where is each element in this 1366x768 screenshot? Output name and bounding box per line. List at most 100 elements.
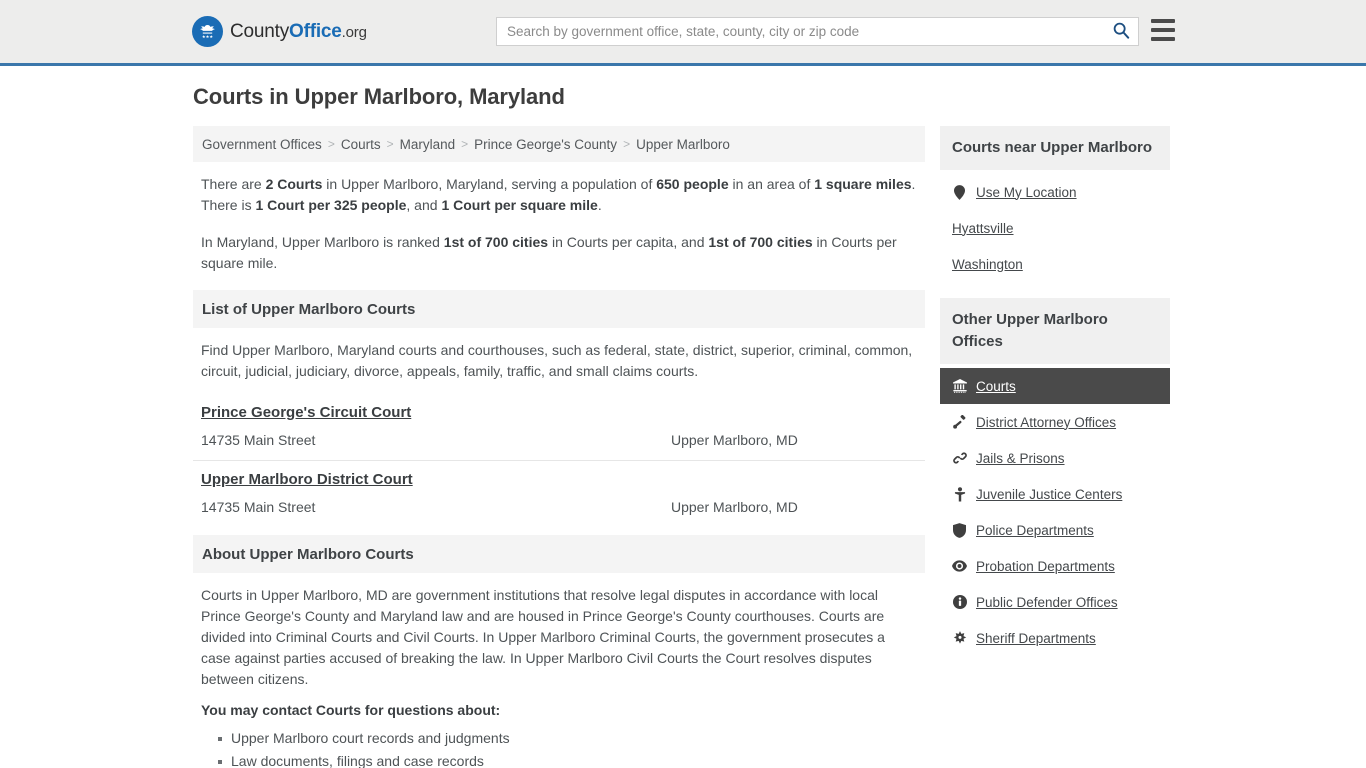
stats-p1-part-10: . [597, 197, 602, 213]
court-listing-item: Prince George's Circuit Court 14735 Main … [193, 394, 925, 461]
logo-text-org: .org [341, 23, 367, 41]
breadcrumb-item-maryland[interactable]: Maryland [400, 137, 456, 152]
nearby-link-label[interactable]: Washington [952, 257, 1023, 272]
search-bar [496, 17, 1139, 46]
shield-icon [952, 522, 967, 538]
stats-p1-part-5: 1 square miles [814, 176, 912, 192]
about-section-body: Courts in Upper Marlboro, MD are governm… [193, 573, 925, 690]
nearby-link-row[interactable]: Use My Location [940, 174, 1170, 210]
stats-p1-part-9: 1 Court per square mile [441, 197, 598, 213]
stats-p2-part-3: 1st of 700 cities [708, 234, 813, 250]
court-city-state: Upper Marlboro, MD [671, 432, 798, 448]
other-offices-heading: Other Upper Marlboro Offices [952, 311, 1108, 350]
office-link-probation-departments[interactable]: Probation Departments [940, 548, 1170, 584]
breadcrumb-item-prince-george-s-county[interactable]: Prince George's County [474, 137, 617, 152]
eye-icon [952, 560, 967, 572]
breadcrumb-item-courts[interactable]: Courts [341, 137, 381, 152]
nearby-courts-links: Use My Location Hyattsville Washington [940, 170, 1170, 282]
office-link-jails-prisons[interactable]: Jails & Prisons [940, 440, 1170, 476]
breadcrumb-item-government-offices[interactable]: Government Offices [202, 137, 322, 152]
statistics-block: There are 2 Courts in Upper Marlboro, Ma… [193, 162, 925, 274]
breadcrumb-separator: > [623, 137, 631, 151]
main-column: Government Offices > Courts > Maryland > Princ… [193, 126, 925, 768]
court-listings: Prince George's Circuit Court 14735 Main … [193, 394, 925, 527]
stats-p1-part-8: , and [406, 197, 442, 213]
other-offices-header: Other Upper Marlboro Offices [940, 298, 1170, 364]
stats-p1-part-7: 1 Court per 325 people [255, 197, 407, 213]
search-icon [1112, 21, 1130, 42]
other-offices-card: Other Upper Marlboro Offices Courts Distr… [940, 298, 1170, 656]
stats-p1-part-2: in Upper Marlboro, Maryland, serving a p… [322, 176, 657, 192]
list-section-header: List of Upper Marlboro Courts [193, 290, 925, 328]
court-address-row: 14735 Main Street Upper Marlboro, MD [201, 432, 917, 448]
nearby-courts-heading: Courts near Upper Marlboro [952, 139, 1153, 156]
court-name-link[interactable]: Upper Marlboro District Court [201, 471, 413, 488]
contact-heading: You may contact Courts for questions abo… [201, 702, 501, 718]
stats-p1-part-0: There are [201, 176, 266, 192]
content-container: Courts in Upper Marlboro, Maryland Gover… [187, 66, 1179, 768]
map-pin-icon [952, 184, 967, 200]
stats-p1-part-3: 650 people [656, 176, 729, 192]
page-title: Courts in Upper Marlboro, Maryland [193, 84, 565, 109]
list-section-description: Find Upper Marlboro, Maryland courts and… [201, 342, 913, 379]
eagle-shield-icon [192, 16, 223, 47]
court-street-address: 14735 Main Street [201, 499, 316, 515]
court-name-link[interactable]: Prince George's Circuit Court [201, 404, 411, 421]
info-circle-icon [952, 595, 967, 609]
menu-bar-1 [1151, 19, 1175, 23]
menu-bar-3 [1151, 37, 1175, 41]
stats-p2-part-2: in Courts per capita, and [548, 234, 709, 250]
court-listing-item: Upper Marlboro District Court 14735 Main … [193, 461, 925, 527]
office-link-district-attorney-offices[interactable]: District Attorney Offices [940, 404, 1170, 440]
search-input[interactable] [497, 18, 1104, 45]
sidebar: Courts near Upper Marlboro Use My Locati… [940, 126, 1170, 672]
contact-topic-item: Law documents, filings and case records [218, 750, 925, 768]
list-section-heading: List of Upper Marlboro Courts [202, 300, 416, 318]
court-street-address: 14735 Main Street [201, 432, 316, 448]
office-link-public-defender-offices[interactable]: Public Defender Offices [940, 584, 1170, 620]
nearby-link-row[interactable]: Hyattsville [940, 210, 1170, 246]
stats-paragraph-1: There are 2 Courts in Upper Marlboro, Ma… [201, 174, 917, 216]
court-city-state: Upper Marlboro, MD [671, 499, 798, 515]
about-section-heading: About Upper Marlboro Courts [202, 545, 414, 563]
about-section-text: Courts in Upper Marlboro, MD are governm… [201, 587, 885, 687]
office-link-label[interactable]: Courts [976, 379, 1016, 394]
nearby-link-row[interactable]: Washington [940, 246, 1170, 282]
office-link-police-departments[interactable]: Police Departments [940, 512, 1170, 548]
logo-text: CountyOffice.org [230, 21, 367, 43]
court-address-row: 14735 Main Street Upper Marlboro, MD [201, 499, 917, 515]
stats-p1-part-4: in an area of [728, 176, 815, 192]
contact-topic-item: Upper Marlboro court records and judgmen… [218, 727, 925, 750]
site-header: CountyOffice.org [0, 0, 1366, 66]
sheriff-star-icon [952, 631, 967, 645]
other-offices-links: Courts District Attorney Offices Jails & P… [940, 364, 1170, 656]
gavel-icon [952, 415, 967, 429]
nearby-courts-header: Courts near Upper Marlboro [940, 126, 1170, 170]
office-link-label[interactable]: Jails & Prisons [976, 451, 1065, 466]
two-column-layout: Government Offices > Courts > Maryland > Princ… [187, 126, 1179, 768]
office-link-label[interactable]: Public Defender Offices [976, 595, 1118, 610]
office-link-label[interactable]: Sheriff Departments [976, 631, 1096, 646]
child-icon [952, 486, 967, 502]
site-logo[interactable]: CountyOffice.org [192, 16, 367, 47]
office-link-label[interactable]: Juvenile Justice Centers [976, 487, 1122, 502]
nearby-courts-card: Courts near Upper Marlboro Use My Locati… [940, 126, 1170, 282]
breadcrumb-separator: > [461, 137, 469, 151]
logo-text-county: County [230, 20, 290, 42]
list-section-body: Find Upper Marlboro, Maryland courts and… [193, 328, 925, 382]
stats-p2-part-0: In Maryland, Upper Marlboro is ranked [201, 234, 444, 250]
office-link-label[interactable]: Probation Departments [976, 559, 1115, 574]
hamburger-menu-icon[interactable] [1151, 19, 1175, 41]
page-body: Courts in Upper Marlboro, Maryland Gover… [0, 66, 1366, 768]
nearby-link-label[interactable]: Use My Location [976, 185, 1077, 200]
about-section-header: About Upper Marlboro Courts [193, 535, 925, 573]
office-link-label[interactable]: Police Departments [976, 523, 1094, 538]
office-link-juvenile-justice-centers[interactable]: Juvenile Justice Centers [940, 476, 1170, 512]
office-link-sheriff-departments[interactable]: Sheriff Departments [940, 620, 1170, 656]
breadcrumb-separator: > [386, 137, 394, 151]
nearby-link-label[interactable]: Hyattsville [952, 221, 1014, 236]
breadcrumb: Government Offices > Courts > Maryland > Princ… [193, 126, 925, 162]
office-link-label[interactable]: District Attorney Offices [976, 415, 1116, 430]
search-button[interactable] [1104, 18, 1138, 45]
office-link-courts[interactable]: Courts [940, 368, 1170, 404]
